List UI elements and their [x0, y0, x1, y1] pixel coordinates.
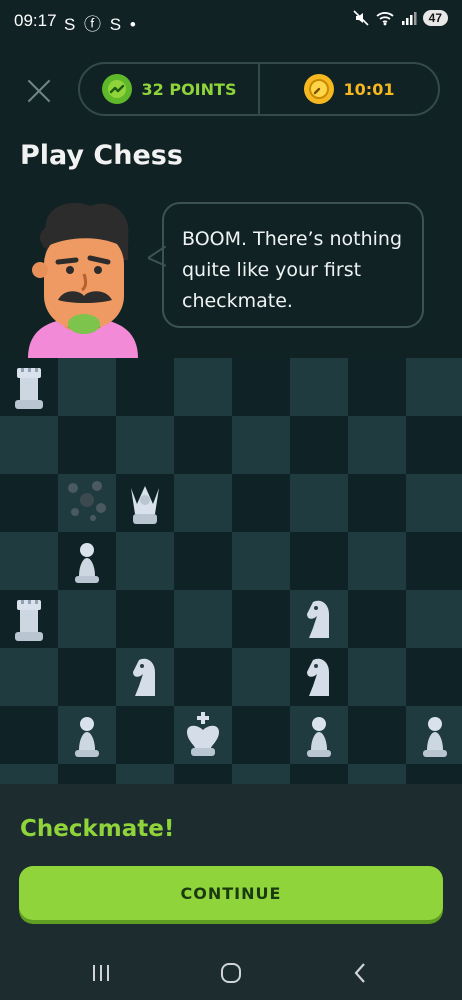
square-d6[interactable] [174, 474, 232, 532]
status-time: 09:17 [14, 11, 57, 30]
square-e3[interactable] [232, 648, 290, 706]
square-h5[interactable] [406, 532, 462, 590]
square-g2[interactable] [348, 706, 406, 764]
square-b8[interactable] [58, 358, 116, 416]
square-f3[interactable] [290, 648, 348, 706]
square-h4[interactable] [406, 590, 462, 648]
king-white-icon[interactable] [183, 710, 223, 760]
square-h2[interactable] [406, 706, 462, 764]
square-f4[interactable] [290, 590, 348, 648]
status-bar: 09:17 S ⓕ S • 47 [0, 0, 462, 44]
square-b2[interactable] [58, 706, 116, 764]
chart-up-icon [101, 74, 132, 104]
result-label: Checkmate! [20, 816, 175, 842]
stopwatch-icon [303, 74, 334, 104]
system-navigation-bar [0, 944, 462, 1000]
chess-board [0, 358, 462, 822]
back-icon[interactable] [348, 960, 374, 986]
queen-white-icon[interactable] [125, 478, 165, 528]
knight-white-icon[interactable] [125, 652, 165, 702]
square-g5[interactable] [348, 532, 406, 590]
square-h7[interactable] [406, 416, 462, 474]
wifi-icon [376, 12, 394, 26]
square-g3[interactable] [348, 648, 406, 706]
square-e2[interactable] [232, 706, 290, 764]
square-g6[interactable] [348, 474, 406, 532]
square-g7[interactable] [348, 416, 406, 474]
square-e6[interactable] [232, 474, 290, 532]
continue-button[interactable]: CONTINUE [19, 866, 443, 920]
timer-label: 10:01 [343, 79, 395, 99]
close-button[interactable] [24, 76, 54, 106]
page-title: Play Chess [20, 140, 183, 171]
square-c5[interactable] [116, 532, 174, 590]
square-b7[interactable] [58, 416, 116, 474]
square-a3[interactable] [0, 648, 58, 706]
square-e7[interactable] [232, 416, 290, 474]
battery-indicator: 47 [422, 10, 448, 26]
square-d8[interactable] [174, 358, 232, 416]
mute-icon [353, 10, 369, 26]
square-c2[interactable] [116, 706, 174, 764]
pawn-white-icon[interactable] [415, 710, 455, 760]
notification-icons: S ⓕ S • [64, 15, 138, 34]
square-f8[interactable] [290, 358, 348, 416]
square-a7[interactable] [0, 416, 58, 474]
square-f7[interactable] [290, 416, 348, 474]
points-stat: 32 POINTS [80, 64, 260, 114]
home-icon[interactable] [218, 960, 244, 986]
square-a4[interactable] [0, 590, 58, 648]
square-b5[interactable] [58, 532, 116, 590]
square-d7[interactable] [174, 416, 232, 474]
square-c7[interactable] [116, 416, 174, 474]
pawn-white-icon[interactable] [67, 536, 107, 586]
square-a6[interactable] [0, 474, 58, 532]
square-c4[interactable] [116, 590, 174, 648]
stats-pill: 32 POINTS 10:01 [78, 62, 440, 116]
square-f2[interactable] [290, 706, 348, 764]
square-f6[interactable] [290, 474, 348, 532]
square-d5[interactable] [174, 532, 232, 590]
square-d4[interactable] [174, 590, 232, 648]
square-e8[interactable] [232, 358, 290, 416]
speech-bubble: BOOM. There’s nothing quite like your fi… [162, 202, 424, 328]
square-g8[interactable] [348, 358, 406, 416]
knight-white-icon[interactable] [299, 594, 339, 644]
square-h8[interactable] [406, 358, 462, 416]
square-g4[interactable] [348, 590, 406, 648]
pawn-white-icon[interactable] [299, 710, 339, 760]
captured-king-black-icon[interactable] [67, 478, 107, 528]
square-b3[interactable] [58, 648, 116, 706]
coach-character-avatar [28, 202, 138, 358]
square-e4[interactable] [232, 590, 290, 648]
square-a5[interactable] [0, 532, 58, 590]
signal-icon [401, 12, 417, 25]
timer-stat: 10:01 [260, 64, 438, 114]
recent-apps-icon[interactable] [88, 960, 114, 986]
square-c6[interactable] [116, 474, 174, 532]
pawn-white-icon[interactable] [67, 710, 107, 760]
square-d3[interactable] [174, 648, 232, 706]
square-a8[interactable] [0, 358, 58, 416]
square-c3[interactable] [116, 648, 174, 706]
rook-white-icon[interactable] [9, 594, 49, 644]
square-f5[interactable] [290, 532, 348, 590]
square-h6[interactable] [406, 474, 462, 532]
points-label: 32 POINTS [141, 79, 237, 99]
square-d2[interactable] [174, 706, 232, 764]
square-b4[interactable] [58, 590, 116, 648]
knight-white-icon[interactable] [299, 652, 339, 702]
square-h3[interactable] [406, 648, 462, 706]
square-c8[interactable] [116, 358, 174, 416]
square-b6[interactable] [58, 474, 116, 532]
square-a2[interactable] [0, 706, 58, 764]
rook-white-icon[interactable] [9, 362, 49, 412]
status-right: 47 [353, 10, 448, 26]
dialogue-text: BOOM. There’s nothing quite like your fi… [182, 228, 403, 312]
square-e5[interactable] [232, 532, 290, 590]
